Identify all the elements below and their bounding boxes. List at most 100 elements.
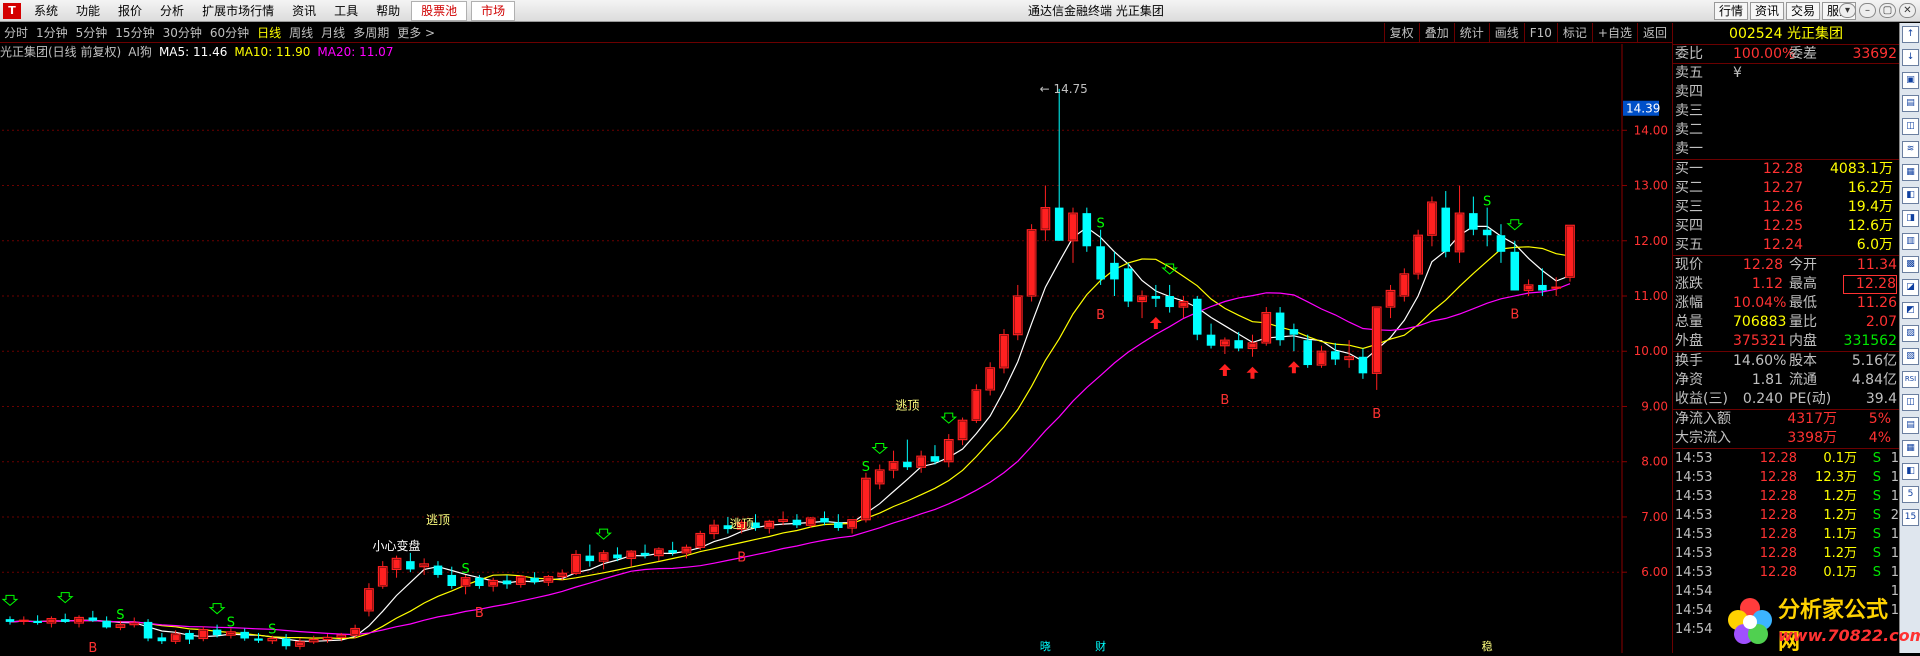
strip-tool-icon[interactable]: ▧ [1902,348,1919,365]
period-multi[interactable]: 多周期 [349,23,393,43]
buy-arrow-icon [1219,364,1231,376]
quote-row: 总量706883量比2.07 [1673,313,1899,332]
current-price-tag: 14.39 [1626,102,1660,116]
fundamental-stats: 换手14.60%股本5.16亿 净资1.81流通4.84亿 收益(三)0.240… [1673,352,1899,410]
strip-tool-icon[interactable]: ◫ [1902,118,1919,135]
news-marker: 晓 [1040,640,1051,653]
mark-button[interactable]: 标记 [1557,23,1592,43]
candle-fill [1222,341,1229,345]
stock-code-name[interactable]: 002524 光正集团 [1673,23,1899,45]
trade-button[interactable]: 交易 [1786,2,1820,20]
period-intraday[interactable]: 分时 [0,23,32,43]
candle-fill [172,635,179,640]
period-more[interactable]: 更多 > [393,23,439,43]
tick-label: 12.00 [1634,234,1668,248]
strip-tool-icon[interactable]: ▨ [1902,325,1919,342]
strip-tool-icon[interactable]: ↑ [1902,26,1919,43]
strip-tool-icon[interactable]: ◩ [1902,302,1919,319]
news-marker: 稳 [1482,639,1493,653]
menu-extended-market[interactable]: 扩展市场行情 [193,0,283,22]
menu-quote[interactable]: 报价 [109,0,151,22]
strip-5-icon[interactable]: 5 [1902,486,1919,503]
candle-body [641,553,650,556]
ai-dog-label[interactable]: AI狗 [128,44,152,60]
period-1min[interactable]: 1分钟 [32,23,72,43]
menu-tools[interactable]: 工具 [325,0,367,22]
dropdown-icon[interactable]: ▾ [1839,3,1856,18]
strip-tool-icon[interactable]: ◫ [1902,394,1919,411]
strip-tool-icon[interactable]: ◨ [1902,210,1919,227]
quote-button[interactable]: 行情 [1714,2,1748,20]
strip-tool-icon[interactable]: ↓ [1902,49,1919,66]
maximize-icon[interactable]: ▢ [1879,3,1896,18]
strip-tool-icon[interactable]: ≋ [1902,141,1919,158]
period-5min[interactable]: 5分钟 [72,23,112,43]
strip-tool-icon[interactable]: ▤ [1902,95,1919,112]
candle-fill [1415,236,1422,273]
rsi-icon[interactable]: RSI [1902,371,1919,388]
menu-news[interactable]: 资讯 [283,0,325,22]
candle-body [185,633,194,640]
candle-body [1359,357,1368,374]
buy-signal-label: B [737,551,746,566]
buy-row: 买三12.2619.4万 [1673,198,1899,217]
strip-tool-icon[interactable]: ▥ [1902,233,1919,250]
menu-system[interactable]: 系统 [25,0,67,22]
period-15min[interactable]: 15分钟 [111,23,158,43]
f10-button[interactable]: F10 [1524,23,1557,43]
minimize-icon[interactable]: – [1859,3,1876,18]
strip-tool-icon[interactable]: ▦ [1902,440,1919,457]
period-60min[interactable]: 60分钟 [206,23,253,43]
top-right-buttons: 行情 资讯 交易 服务 [1712,2,1856,20]
close-icon[interactable]: ✕ [1899,3,1916,18]
adjust-button[interactable]: 复权 [1384,23,1419,43]
candle-fill [48,620,55,622]
candle-fill [352,630,359,635]
tick-row: 14:5312.2812.3万S1 [1673,468,1899,487]
strip-tool-icon[interactable]: ◧ [1902,463,1919,480]
candle-body [1152,296,1161,299]
period-30min[interactable]: 30分钟 [159,23,206,43]
tick-label: 7.00 [1641,510,1668,524]
strip-tool-icon[interactable]: ▦ [1902,164,1919,181]
caution-label: 小心变盘 [373,538,421,553]
menu-analysis[interactable]: 分析 [151,0,193,22]
menu-function[interactable]: 功能 [67,0,109,22]
candle-fill [973,391,980,419]
period-daily[interactable]: 日线 [253,23,285,43]
candle-fill [1429,203,1436,234]
kline-chart[interactable]: BBBBBBBBBBSSSSSSS逃顶逃顶逃顶小心变盘4.6← 14.75晓财稳… [0,44,1672,653]
add-watchlist-button[interactable]: +自选 [1592,23,1637,43]
buy-arrow-icon [1150,317,1162,329]
strip-tool-icon[interactable]: ◧ [1902,187,1919,204]
candle-fill [1015,297,1022,334]
strip-tool-icon[interactable]: ◪ [1902,279,1919,296]
period-weekly[interactable]: 周线 [285,23,317,43]
candle-fill [600,554,607,560]
menu-stock-pool[interactable]: 股票池 [411,1,467,21]
window-controls: ▾ – ▢ ✕ [1836,3,1916,18]
buy-row: 买一12.284083.1万 [1673,160,1899,179]
watermark-logo: 分析家公式网 www.70822.com [1722,588,1900,653]
overlay-button[interactable]: 叠加 [1419,23,1454,43]
menu-market[interactable]: 市场 [471,1,515,21]
stats-button[interactable]: 统计 [1454,23,1489,43]
strip-tool-icon[interactable]: ▣ [1902,72,1919,89]
period-monthly[interactable]: 月线 [317,23,349,43]
candle-fill [76,618,83,622]
menu-help[interactable]: 帮助 [367,0,409,22]
news-marker: 财 [1095,639,1106,653]
candle-body [503,580,512,584]
strip-15-icon[interactable]: 15 [1902,509,1919,526]
stock-title[interactable]: 光正集团(日线 前复权) [0,44,121,60]
strip-tool-icon[interactable]: ▤ [1902,417,1919,434]
back-button[interactable]: 返回 [1637,23,1672,43]
ma10-line [10,247,1570,639]
strip-tool-icon[interactable]: ▩ [1902,256,1919,273]
draw-button[interactable]: 画线 [1489,23,1524,43]
logo-icon[interactable]: T [3,3,21,19]
quote-stats: 现价12.28今开11.34 涨跌1.12最高12.28 涨幅10.04%最低1… [1673,256,1899,352]
candle-fill [1401,275,1408,295]
candle-body [530,578,539,582]
news-button[interactable]: 资讯 [1750,2,1784,20]
